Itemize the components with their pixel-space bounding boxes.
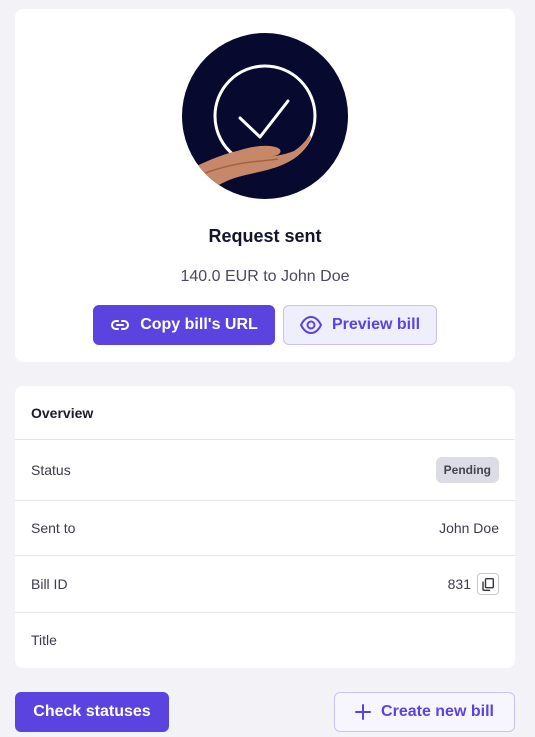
link-icon [110,315,130,335]
check-statuses-button[interactable]: Check statuses [15,692,169,732]
overview-heading: Overview [15,386,515,440]
create-new-bill-label: Create new bill [381,703,494,720]
status-row: Status Pending [15,440,515,501]
title-row: Title [15,613,515,667]
bill-id-value: 831 [447,576,471,592]
status-badge: Pending [435,457,499,483]
preview-bill-label: Preview bill [331,316,421,333]
create-new-bill-button[interactable]: Create new bill [334,692,515,732]
check-in-hand-icon [182,33,348,199]
title-label: Title [31,632,57,648]
confirmation-subtitle: 140.0 EUR to John Doe [180,268,350,285]
status-label: Status [31,462,71,478]
copy-url-button[interactable]: Copy bill's URL [93,305,275,345]
sent-to-row: Sent to John Doe [15,501,515,556]
sent-to-value: John Doe [439,520,499,536]
overview-card: Overview Status Pending Sent to John Doe… [15,386,515,668]
eye-icon [299,316,322,334]
confirmation-card: Request sent 140.0 EUR to John Doe Copy … [15,9,515,362]
bill-id-label: Bill ID [31,576,68,592]
confirmation-title: Request sent [208,226,322,246]
preview-bill-button[interactable]: Preview bill [283,305,437,345]
plus-icon [355,704,372,720]
copy-url-label: Copy bill's URL [140,316,258,333]
sent-to-label: Sent to [31,520,76,536]
copy-icon[interactable] [477,573,499,595]
bill-id-row: Bill ID 831 [15,556,515,613]
bill-id-group: 831 [448,573,499,595]
